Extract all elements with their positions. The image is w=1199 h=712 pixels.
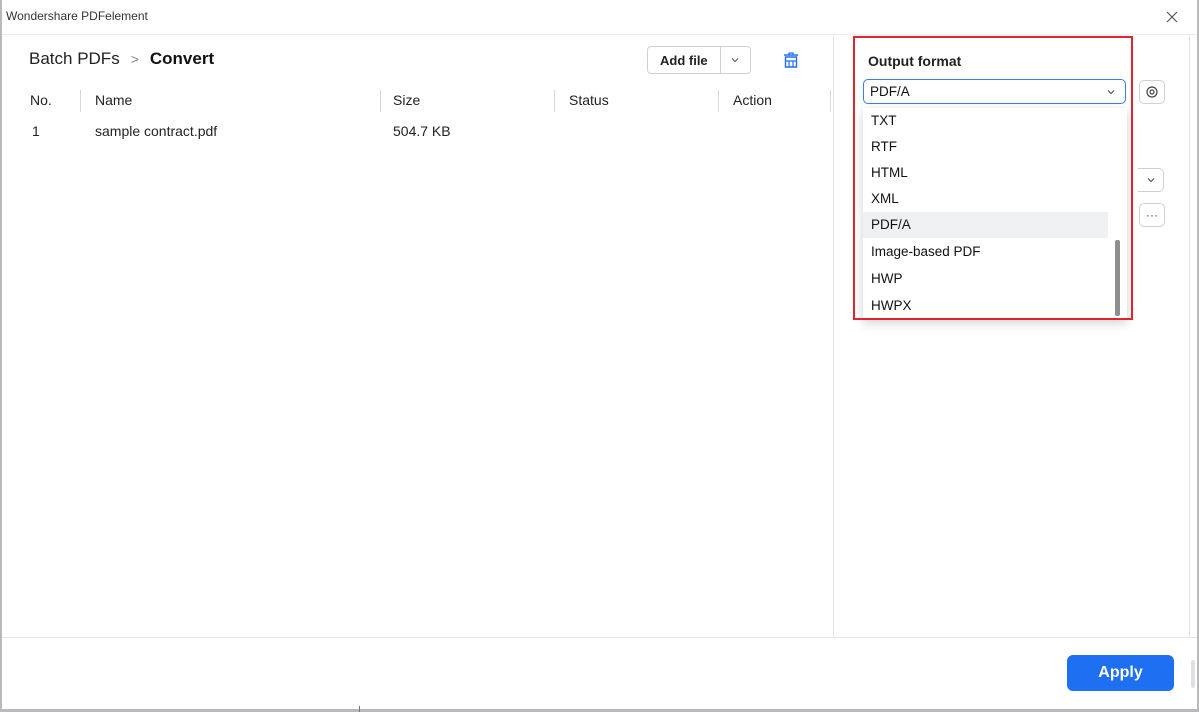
footer-divider [2, 637, 1197, 638]
format-option-pdfa[interactable]: PDF/A [863, 212, 1108, 238]
breadcrumb-separator: > [130, 51, 139, 67]
secondary-select-dropdown[interactable] [1138, 168, 1164, 192]
right-pane-border [1189, 35, 1190, 637]
format-option-xml[interactable]: XML [863, 186, 1108, 212]
column-header-size[interactable]: Size [393, 92, 420, 108]
file-list-pane: Batch PDFs > Convert Add file No. Name S… [2, 35, 833, 637]
convert-window: Wondershare PDFelement Batch PDFs > Conv… [0, 0, 1199, 712]
chevron-down-icon [1147, 178, 1154, 183]
resize-marker [359, 706, 360, 712]
column-header-no[interactable]: No. [30, 92, 52, 108]
add-file-button[interactable]: Add file [647, 46, 721, 74]
clear-list-button[interactable] [780, 49, 802, 71]
column-divider [830, 90, 831, 112]
column-divider [554, 90, 555, 112]
app-title: Wondershare PDFelement [6, 9, 148, 23]
format-option-html[interactable]: HTML [863, 160, 1108, 186]
format-option-image-based-pdf[interactable]: Image-based PDF [863, 239, 1108, 265]
table-row[interactable]: 1 sample contract.pdf 504.7 KB [2, 121, 833, 143]
title-bar: Wondershare PDFelement [2, 0, 1197, 34]
scrollbar-thumb[interactable] [1191, 660, 1195, 688]
breadcrumb-current: Convert [149, 49, 215, 68]
output-format-value: PDF/A [870, 84, 910, 99]
format-option-hwp[interactable]: HWP [863, 266, 1108, 292]
gear-icon [1146, 86, 1158, 98]
trash-icon [784, 52, 798, 68]
format-option-txt[interactable]: TXT [863, 108, 1108, 134]
output-format-select[interactable]: PDF/A [863, 79, 1126, 104]
chevron-down-icon [731, 58, 739, 63]
more-options-button[interactable]: ··· [1139, 203, 1165, 227]
close-button[interactable] [1161, 6, 1183, 28]
column-header-name[interactable]: Name [95, 92, 132, 108]
row-file-size: 504.7 KB [393, 123, 451, 139]
pane-divider [833, 35, 834, 637]
format-option-rtf[interactable]: RTF [863, 134, 1108, 160]
output-format-label: Output format [868, 53, 962, 69]
row-number: 1 [32, 123, 40, 139]
add-file-dropdown-button[interactable] [720, 46, 751, 74]
table-header: No. Name Size Status Action [2, 90, 833, 114]
column-divider [718, 90, 719, 112]
breadcrumb-root[interactable]: Batch PDFs [29, 49, 120, 69]
column-header-action[interactable]: Action [733, 92, 772, 108]
format-option-hwpx[interactable]: HWPX [863, 293, 1108, 319]
output-format-dropdown: TXT RTF HTML XML PDF/A Image-based PDF H… [863, 108, 1127, 320]
more-icon: ··· [1146, 208, 1158, 222]
chevron-down-icon [1107, 90, 1115, 95]
row-file-name: sample contract.pdf [95, 123, 218, 139]
column-header-status[interactable]: Status [569, 92, 609, 108]
apply-button[interactable]: Apply [1067, 655, 1174, 691]
breadcrumb: Batch PDFs > Convert [29, 49, 214, 69]
dropdown-scrollbar[interactable] [1115, 240, 1120, 316]
column-divider [380, 90, 381, 112]
column-divider [80, 90, 81, 112]
format-settings-button[interactable] [1139, 80, 1165, 104]
add-file-group: Add file [647, 46, 751, 74]
close-icon [1166, 11, 1178, 23]
